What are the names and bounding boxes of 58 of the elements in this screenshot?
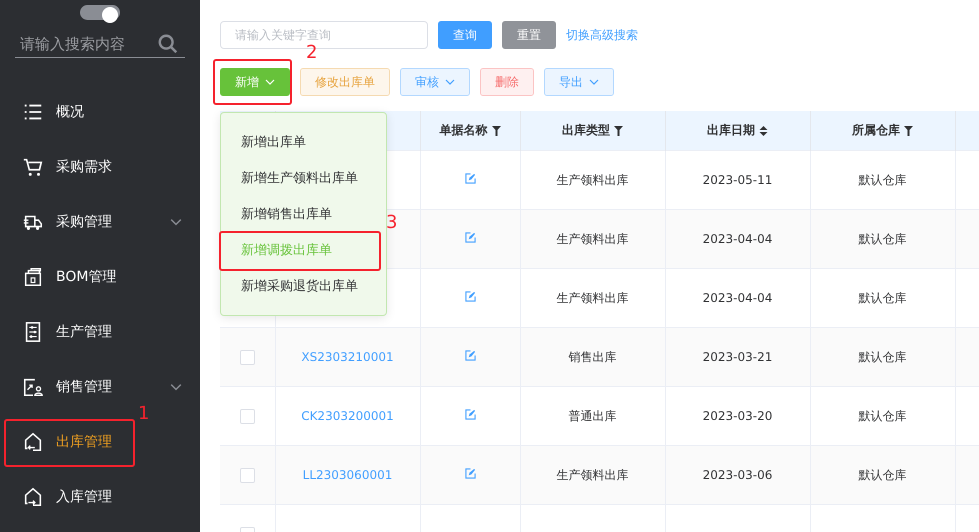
table-cell: 默认仓库	[858, 350, 906, 364]
edit-icon[interactable]	[464, 291, 476, 302]
column-header[interactable]: 出库日期	[665, 111, 810, 150]
sidebar-item[interactable]: 销售管理	[0, 367, 200, 407]
edit-icon[interactable]	[464, 350, 476, 361]
row-checkbox[interactable]	[240, 468, 255, 483]
dropdown-menu-item[interactable]: 新增出库单	[221, 124, 386, 160]
edit-icon[interactable]	[464, 409, 476, 420]
table-cell: 默认仓库	[858, 290, 906, 304]
table-cell: 2023-04-04	[702, 232, 772, 246]
sidebar-item[interactable]: 采购需求	[0, 147, 200, 187]
cart-icon	[22, 156, 44, 178]
edit-icon[interactable]	[464, 173, 476, 184]
row-checkbox[interactable]	[240, 408, 255, 424]
table-cell: 默认仓库	[858, 232, 906, 246]
annotation-number: 2	[306, 46, 318, 60]
house-in-icon	[22, 486, 44, 508]
table-cell: 默认仓库	[858, 172, 906, 186]
table-cell: 2023-03-06	[702, 468, 772, 482]
search-icon[interactable]	[157, 33, 179, 56]
table-cell: 生产领料出库	[556, 232, 628, 246]
table-cell: 2023-03-21	[702, 350, 772, 364]
dropdown-menu-item[interactable]: 新增采购退货出库单	[221, 268, 386, 304]
annotation-number: 1	[138, 407, 150, 421]
row-checkbox[interactable]	[240, 350, 255, 365]
edit-icon[interactable]	[464, 468, 476, 479]
sort-icon[interactable]	[759, 126, 768, 136]
table-cell: 销售出库	[568, 350, 616, 364]
column-header[interactable]: 出库类型	[520, 111, 665, 150]
bom-icon	[22, 266, 44, 288]
sidebar-item[interactable]: 出库管理	[0, 422, 200, 462]
dropdown-menu-item[interactable]: 新增生产领料出库单	[221, 160, 386, 196]
chart-person-icon	[22, 376, 44, 398]
theme-switch[interactable]	[80, 5, 120, 20]
filter-icon[interactable]	[614, 126, 623, 136]
edit-icon[interactable]	[464, 232, 476, 243]
house-out-icon	[22, 431, 44, 453]
column-header[interactable]: 单据名称	[420, 111, 520, 150]
table-cell: 2023-03-20	[702, 409, 772, 423]
table-cell: 2023-04-04	[702, 291, 772, 305]
sidebar-item[interactable]: 概况	[0, 92, 200, 132]
sidebar-search-field[interactable]: 请输入搜索内容	[15, 35, 157, 54]
table-cell: 默认仓库	[858, 468, 906, 482]
table-cell: 默认仓库	[858, 408, 906, 422]
sidebar-item[interactable]: 入库管理	[0, 477, 200, 517]
filter-icon[interactable]	[904, 126, 913, 136]
table-cell: 2023-05-11	[702, 173, 772, 187]
dropdown-menu-item[interactable]: 新增销售出库单	[221, 196, 386, 232]
table-cell: 生产领料出库	[556, 290, 628, 304]
table-cell: 普通出库	[568, 408, 616, 422]
annotation-number: 3	[386, 216, 398, 230]
table-cell: 生产领料出库	[556, 172, 628, 186]
sidebar-item[interactable]: BOM管理	[0, 257, 200, 297]
sidebar-item[interactable]: 生产管理	[0, 312, 200, 352]
filter-icon[interactable]	[492, 126, 500, 136]
table-cell: 生产领料出库	[556, 468, 628, 482]
sidebar-item[interactable]: 采购管理	[0, 202, 200, 242]
column-header[interactable]: 所属仓库	[810, 111, 955, 150]
